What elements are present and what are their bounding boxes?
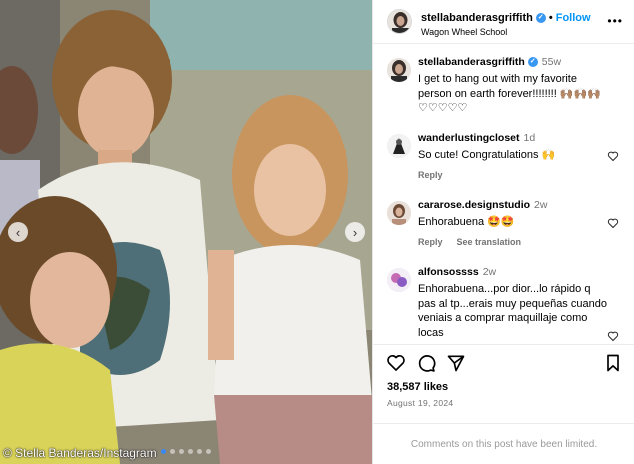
comment-text: Enhorabuena...por dior...lo rápido q pas… bbox=[418, 283, 607, 339]
comment-author: wanderlustingcloset 1d bbox=[418, 132, 535, 144]
separator-dot: • bbox=[548, 12, 553, 24]
carousel-dot[interactable] bbox=[170, 449, 175, 454]
carousel-dot[interactable] bbox=[206, 449, 211, 454]
comment-author: cararose.designstudio 2w bbox=[418, 199, 547, 211]
share-icon[interactable] bbox=[446, 353, 466, 373]
comment-actions: Reply bbox=[418, 170, 457, 180]
more-options-icon[interactable]: ••• bbox=[607, 14, 623, 28]
photo-credit: © Stella Banderas/Instagram bbox=[3, 446, 157, 460]
post-author: stellabanderasgriffith ✓ • Follow bbox=[421, 12, 591, 24]
comments-limited-notice: Comments on this post have been limited. bbox=[373, 423, 634, 464]
like-count[interactable]: 38,587 likes bbox=[387, 381, 448, 393]
comments-list[interactable]: stellabanderasgriffith ✓ 55w I get to hang… bbox=[373, 44, 634, 344]
verified-icon: ✓ bbox=[535, 13, 546, 24]
comment-text: So cute! Congratulations 🙌 bbox=[418, 149, 556, 161]
avatar[interactable] bbox=[387, 58, 411, 82]
follow-button[interactable]: Follow bbox=[556, 12, 591, 24]
comment-author: stellabanderasgriffith ✓ 55w bbox=[418, 56, 561, 68]
comment-username[interactable]: wanderlustingcloset bbox=[418, 132, 520, 144]
post-photo[interactable]: ‹ › © Stella Banderas/Instagram bbox=[0, 0, 372, 464]
avatar[interactable] bbox=[387, 134, 411, 158]
post-header: stellabanderasgriffith ✓ • Follow Wagon Whe… bbox=[373, 0, 634, 44]
avatar[interactable] bbox=[387, 9, 412, 34]
chevron-right-icon: › bbox=[352, 224, 358, 240]
author-username[interactable]: stellabanderasgriffith bbox=[421, 12, 533, 24]
caption-username[interactable]: stellabanderasgriffith bbox=[418, 56, 525, 68]
comment-icon[interactable] bbox=[416, 353, 436, 373]
post-date: August 19, 2024 bbox=[387, 398, 454, 408]
carousel-dot[interactable] bbox=[197, 449, 202, 454]
see-translation-button[interactable]: See translation bbox=[457, 237, 522, 247]
caption-time: 55w bbox=[541, 56, 562, 68]
caption-text: I get to hang out with my favorite perso… bbox=[418, 73, 601, 114]
post-sidebar: stellabanderasgriffith ✓ • Follow Wagon Whe… bbox=[372, 0, 634, 464]
comment-time: 2w bbox=[534, 199, 548, 211]
reply-button[interactable]: Reply bbox=[418, 237, 443, 247]
avatar[interactable] bbox=[387, 268, 411, 292]
chevron-left-icon: ‹ bbox=[15, 224, 21, 240]
verified-icon: ✓ bbox=[527, 57, 538, 68]
post-caption: stellabanderasgriffith ✓ 55w I get to hang… bbox=[387, 56, 627, 116]
comment-time: 1d bbox=[523, 132, 536, 144]
comment-actions: Reply See translation bbox=[418, 237, 535, 247]
comment-item: cararose.designstudio 2w Enhorabuena 🤩🤩 R… bbox=[387, 199, 627, 249]
photo-image bbox=[0, 0, 372, 464]
bookmark-icon[interactable] bbox=[603, 353, 623, 373]
carousel-dot[interactable] bbox=[161, 449, 166, 454]
comment-item: wanderlustingcloset 1d So cute! Congratul… bbox=[387, 132, 627, 182]
post-location[interactable]: Wagon Wheel School bbox=[421, 27, 507, 37]
comment-text: Enhorabuena 🤩🤩 bbox=[418, 216, 515, 228]
comment-item: alfonsossss 2w Enhorabuena...por dior...l… bbox=[387, 266, 627, 344]
comment-time: 2w bbox=[482, 266, 497, 278]
heart-icon[interactable] bbox=[607, 330, 619, 342]
avatar[interactable] bbox=[387, 201, 411, 225]
previous-photo-button[interactable]: ‹ bbox=[8, 222, 28, 242]
heart-icon[interactable] bbox=[607, 150, 619, 162]
next-photo-button[interactable]: › bbox=[345, 222, 365, 242]
heart-icon[interactable] bbox=[386, 353, 406, 373]
carousel-dot[interactable] bbox=[179, 449, 184, 454]
post-actions: 38,587 likes August 19, 2024 Comments on… bbox=[373, 344, 634, 464]
carousel-dot[interactable] bbox=[188, 449, 193, 454]
comment-author: alfonsossss 2w bbox=[418, 266, 496, 278]
comment-username[interactable]: cararose.designstudio bbox=[418, 199, 530, 211]
comment-username[interactable]: alfonsossss bbox=[418, 266, 479, 278]
reply-button[interactable]: Reply bbox=[418, 170, 443, 180]
heart-icon[interactable] bbox=[607, 217, 619, 229]
